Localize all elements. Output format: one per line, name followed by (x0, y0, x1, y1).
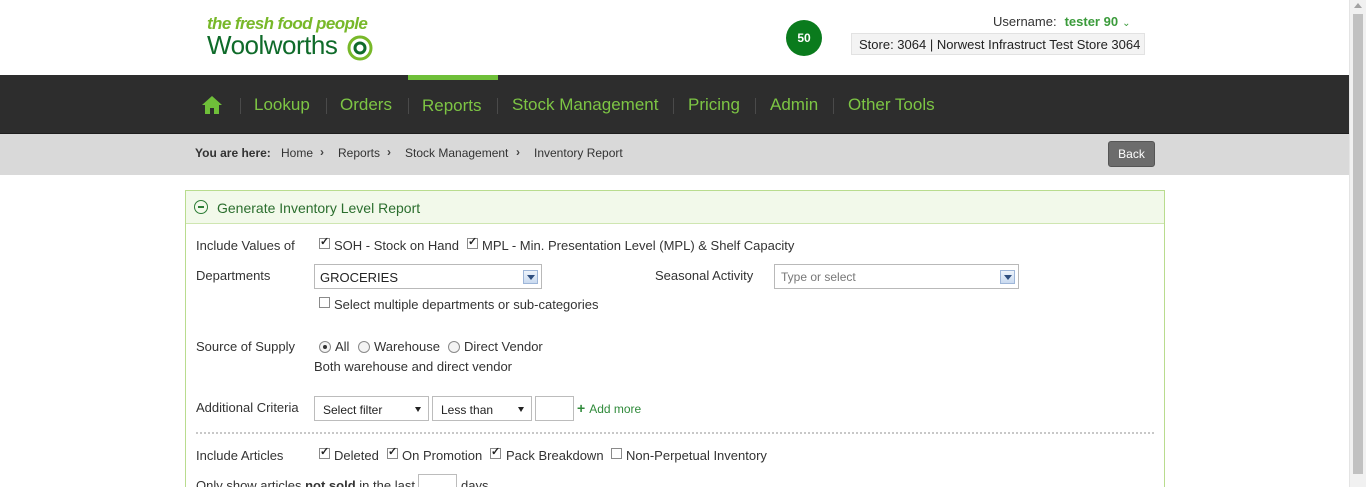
operator-select[interactable]: Less than (432, 396, 532, 421)
additional-criteria-label: Additional Criteria (196, 400, 299, 415)
filter-select[interactable]: Select filter (314, 396, 429, 421)
breadcrumb-lead: You are here: (195, 146, 271, 160)
departments-select[interactable]: GROCERIES (314, 264, 542, 289)
multi-departments-checkbox[interactable] (319, 297, 330, 308)
departments-label: Departments (196, 268, 271, 283)
woolworths-w-icon (347, 35, 373, 61)
nav-separator (326, 98, 327, 114)
seasonal-activity-input[interactable]: Type or select (774, 264, 1019, 289)
scroll-up-arrow-icon[interactable] (1354, 3, 1362, 8)
breadcrumb: You are here: Home › Reports › Stock Man… (0, 134, 1349, 175)
chevron-right-icon: › (516, 145, 520, 159)
add-more-link[interactable]: + Add more (577, 400, 641, 416)
supply-warehouse-label: Warehouse (374, 339, 440, 354)
deleted-label: Deleted (334, 448, 379, 463)
nav-reports[interactable]: Reports (422, 96, 482, 116)
breadcrumb-home[interactable]: Home (281, 146, 313, 160)
nav-stock-management[interactable]: Stock Management (512, 95, 658, 115)
mpl-checkbox[interactable] (467, 235, 478, 249)
section-divider (196, 432, 1154, 434)
pack-breakdown-label: Pack Breakdown (506, 448, 604, 463)
soh-checkbox[interactable] (319, 235, 330, 249)
nav-admin[interactable]: Admin (770, 95, 818, 115)
multi-departments-label: Select multiple departments or sub-categ… (334, 297, 599, 312)
on-promotion-label: On Promotion (402, 448, 483, 463)
panel-title: Generate Inventory Level Report (217, 200, 421, 216)
scrollbar-thumb[interactable] (1353, 14, 1363, 474)
select-arrow-icon (518, 407, 524, 412)
dropdown-arrow-icon[interactable] (523, 270, 538, 284)
supply-all-radio[interactable] (319, 341, 331, 353)
plus-icon: + (577, 400, 586, 416)
main-nav: Lookup Orders Reports Stock Management P… (0, 75, 1349, 134)
criteria-value-input[interactable] (535, 396, 574, 421)
nav-separator (755, 98, 756, 114)
nav-other-tools[interactable]: Other Tools (848, 95, 935, 115)
woolworths-logo[interactable]: the fresh food people Woolworths (207, 14, 387, 62)
supply-warehouse-radio[interactable] (358, 341, 370, 353)
nav-separator (408, 98, 409, 114)
notification-badge[interactable]: 50 (786, 20, 822, 56)
operator-select-value: Less than (441, 403, 494, 417)
panel-header[interactable]: Generate Inventory Level Report (186, 191, 1164, 224)
supply-direct-vendor-label: Direct Vendor (464, 339, 543, 354)
pack-breakdown-checkbox[interactable] (490, 445, 501, 459)
chevron-right-icon: › (387, 145, 391, 159)
source-of-supply-label: Source of Supply (196, 339, 296, 354)
supply-direct-vendor-radio[interactable] (448, 341, 460, 353)
not-sold-bold: not sold (305, 478, 356, 487)
logo-brand: Woolworths (207, 30, 338, 60)
username[interactable]: tester 90 (1065, 14, 1118, 29)
mpl-label: MPL - Min. Presentation Level (MPL) & Sh… (482, 238, 795, 253)
nav-separator (833, 98, 834, 114)
days-label: days (461, 478, 489, 487)
collapse-icon[interactable] (194, 200, 208, 214)
not-sold-text: Only show articles not sold in the last (196, 478, 415, 487)
not-sold-middle: in the last (359, 478, 415, 487)
select-arrow-icon (415, 407, 421, 412)
nav-separator (673, 98, 674, 114)
departments-value: GROCERIES (320, 270, 399, 285)
page: the fresh food people Woolworths 50 User… (0, 0, 1366, 487)
breadcrumb-inventory-report: Inventory Report (534, 146, 623, 160)
nav-lookup[interactable]: Lookup (254, 95, 310, 115)
include-values-label: Include Values of (196, 238, 295, 253)
active-tab-indicator (408, 75, 498, 80)
breadcrumb-stock-management[interactable]: Stock Management (405, 146, 508, 160)
back-button[interactable]: Back (1108, 141, 1155, 167)
nav-orders[interactable]: Orders (340, 95, 392, 115)
breadcrumb-reports[interactable]: Reports (338, 146, 380, 160)
report-panel: Generate Inventory Level Report Include … (185, 190, 1165, 487)
home-icon[interactable] (201, 94, 223, 116)
dropdown-arrow-icon[interactable] (1000, 270, 1015, 284)
not-sold-prefix: Only show articles (196, 478, 302, 487)
non-perpetual-checkbox[interactable] (611, 448, 622, 459)
include-articles-label: Include Articles (196, 448, 284, 463)
supply-description: Both warehouse and direct vendor (314, 359, 513, 374)
seasonal-activity-placeholder: Type or select (781, 270, 856, 284)
chevron-right-icon: › (320, 145, 324, 159)
username-label: Username: (993, 14, 1057, 29)
days-input[interactable] (418, 474, 457, 487)
supply-all-label: All (335, 339, 350, 354)
seasonal-activity-label: Seasonal Activity (655, 268, 754, 283)
deleted-checkbox[interactable] (319, 445, 330, 459)
store-info: Store: 3064 | Norwest Infrastruct Test S… (851, 33, 1146, 55)
non-perpetual-label: Non-Perpetual Inventory (626, 448, 767, 463)
filter-select-value: Select filter (323, 403, 383, 417)
add-more-label: Add more (589, 402, 642, 416)
user-menu[interactable]: Username: tester 90 ⌄ (993, 14, 1130, 29)
nav-pricing[interactable]: Pricing (688, 95, 740, 115)
nav-separator (497, 98, 498, 114)
nav-separator (240, 98, 241, 114)
on-promotion-checkbox[interactable] (387, 445, 398, 459)
vertical-scrollbar[interactable] (1349, 0, 1366, 487)
header: the fresh food people Woolworths 50 User… (0, 0, 1349, 75)
chevron-down-icon[interactable]: ⌄ (1122, 18, 1130, 29)
soh-label: SOH - Stock on Hand (334, 238, 459, 253)
